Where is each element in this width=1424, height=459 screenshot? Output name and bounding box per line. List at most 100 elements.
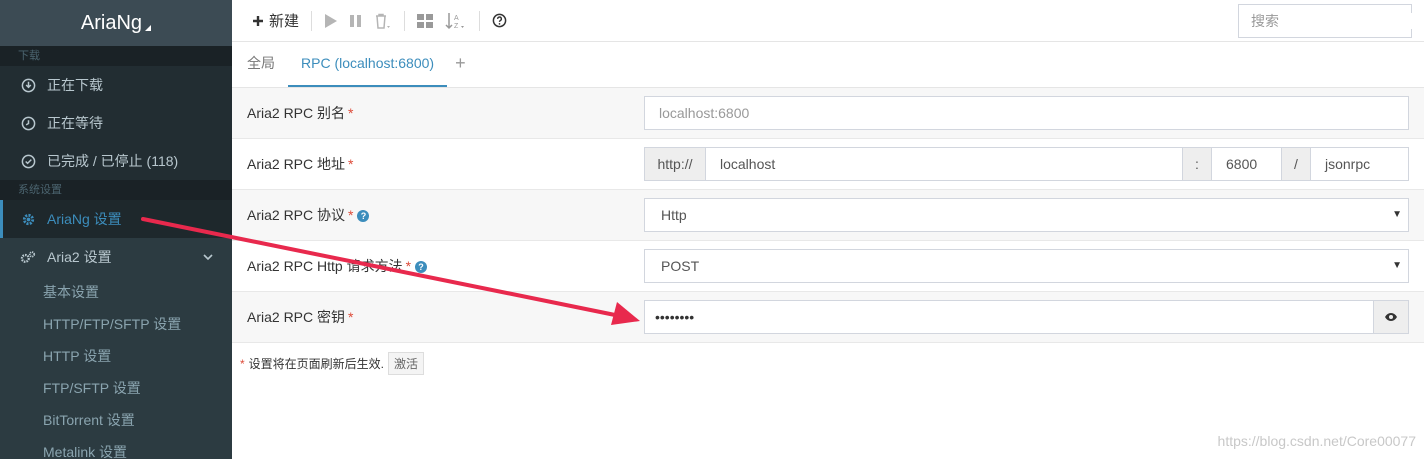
help-icon[interactable]: ? xyxy=(357,210,370,223)
sidebar-subitem-bittorrent[interactable]: BitTorrent 设置 xyxy=(0,404,232,436)
settings-footer: * 设置将在页面刷新后生效. 激活 xyxy=(232,343,1424,384)
search-box xyxy=(1238,4,1424,38)
rpc-path-input[interactable]: jsonrpc xyxy=(1311,147,1409,181)
plus-icon xyxy=(253,15,263,26)
app-logo[interactable]: AriaNg xyxy=(0,0,232,46)
search-input[interactable] xyxy=(1251,13,1424,29)
form-control: •••••••• xyxy=(644,300,1424,334)
form-control: POST ▼ xyxy=(644,249,1424,283)
sidebar-item-label: 正在等待 xyxy=(47,115,103,131)
rpc-protocol-select[interactable]: Http ▼ xyxy=(644,198,1409,232)
grid-icon xyxy=(417,13,434,28)
question-circle-icon xyxy=(492,13,507,28)
required-mark: * xyxy=(348,105,354,121)
form-control: Http ▼ xyxy=(644,198,1424,232)
download-icon xyxy=(20,77,36,93)
sidebar-item-downloading[interactable]: 正在下载 xyxy=(0,66,232,104)
required-mark: * xyxy=(348,309,354,325)
form-label: Aria2 RPC Http 请求方法 *? xyxy=(232,256,644,276)
eye-icon xyxy=(1385,313,1397,321)
required-mark: * xyxy=(405,258,412,274)
form-label: Aria2 RPC 别名 * xyxy=(232,103,644,123)
rpc-secret-input[interactable]: •••••••• xyxy=(644,300,1374,334)
trash-icon xyxy=(376,13,391,29)
sidebar: AriaNg 下载 正在下载 正在等待 已完成 / 已停止 (118) 系统设置… xyxy=(0,0,232,459)
sidebar-item-label: AriaNg 设置 xyxy=(47,211,122,227)
new-task-label: 新建 xyxy=(269,13,300,30)
sidebar-subitem-metalink[interactable]: Metalink 设置 xyxy=(0,436,232,459)
select-value: POST xyxy=(661,258,700,274)
new-task-button[interactable]: 新建 xyxy=(246,7,305,35)
select-value: Http xyxy=(661,207,687,223)
gear-icon xyxy=(20,211,36,227)
colon-addon: : xyxy=(1183,147,1212,181)
main-content: 新建 AZ 全局 RPC (localhost:6800) + xyxy=(232,0,1424,459)
add-rpc-tab-button[interactable]: + xyxy=(447,41,474,87)
dropdown-arrow-icon: ▼ xyxy=(1392,209,1402,220)
form-label: Aria2 RPC 协议 *? xyxy=(232,205,644,225)
sidebar-item-label: 正在下载 xyxy=(47,77,103,93)
form-row-secret: Aria2 RPC 密钥 * •••••••• xyxy=(232,292,1424,343)
tab-global[interactable]: 全局 xyxy=(234,41,288,87)
sidebar-item-label: 已完成 / 已停止 (118) xyxy=(47,153,179,169)
tab-rpc[interactable]: RPC (localhost:6800) xyxy=(288,41,448,87)
toolbar-divider xyxy=(404,10,406,31)
protocol-addon: http:// xyxy=(644,147,706,181)
sidebar-item-waiting[interactable]: 正在等待 xyxy=(0,104,232,142)
slash-addon: / xyxy=(1282,147,1311,181)
pause-button[interactable] xyxy=(343,7,368,35)
sidebar-subitem-basic[interactable]: 基本设置 xyxy=(0,276,232,308)
sort-icon: AZ xyxy=(445,12,465,30)
start-button[interactable] xyxy=(318,7,343,35)
address-label: Aria2 RPC 地址 xyxy=(247,156,346,172)
sidebar-subitem-http[interactable]: HTTP 设置 xyxy=(0,340,232,372)
rpc-host-input[interactable]: localhost xyxy=(706,147,1183,181)
section-settings: 系统设置 xyxy=(0,180,232,200)
play-icon xyxy=(325,13,338,28)
alias-label: Aria2 RPC 别名 xyxy=(247,105,346,121)
sort-button[interactable]: AZ xyxy=(439,7,473,35)
toggle-secret-button[interactable] xyxy=(1374,300,1409,334)
settings-tabs: 全局 RPC (localhost:6800) + xyxy=(232,42,1424,88)
secret-label: Aria2 RPC 密钥 xyxy=(247,309,346,325)
dropdown-arrow-icon: ▼ xyxy=(1392,260,1402,271)
reload-note: 设置将在页面刷新后生效. xyxy=(248,357,385,371)
svg-text:Z: Z xyxy=(454,23,459,30)
rpc-alias-input[interactable]: localhost:6800 xyxy=(644,96,1409,130)
chevron-down-icon xyxy=(202,250,214,266)
form-control: localhost:6800 xyxy=(644,96,1424,130)
toolbar: 新建 AZ xyxy=(232,0,1424,42)
app-title: AriaNg xyxy=(80,11,143,34)
toolbar-divider xyxy=(311,10,313,31)
required-mark: * xyxy=(240,356,245,371)
section-download: 下载 xyxy=(0,46,232,66)
gears-icon xyxy=(20,249,36,265)
pause-icon xyxy=(350,14,362,27)
clock-icon xyxy=(20,115,36,131)
help-button[interactable] xyxy=(486,7,513,35)
logo-caret-icon xyxy=(145,25,152,31)
toolbar-divider xyxy=(479,10,481,31)
watermark-text: https://blog.csdn.net/Core00077 xyxy=(1217,433,1416,449)
check-circle-icon xyxy=(20,153,36,169)
form-control: http:// localhost : 6800 / jsonrpc xyxy=(644,147,1424,181)
rpc-method-select[interactable]: POST ▼ xyxy=(644,249,1409,283)
sidebar-subitem-http-ftp-sftp[interactable]: HTTP/FTP/SFTP 设置 xyxy=(0,308,232,340)
form-row-address: Aria2 RPC 地址 * http:// localhost : 6800 /… xyxy=(232,139,1424,190)
sidebar-subitem-ftp-sftp[interactable]: FTP/SFTP 设置 xyxy=(0,372,232,404)
rpc-port-input[interactable]: 6800 xyxy=(1212,147,1282,181)
delete-button[interactable] xyxy=(368,7,398,35)
sidebar-item-label: Aria2 设置 xyxy=(47,249,112,265)
select-all-button[interactable] xyxy=(411,7,439,35)
method-label: Aria2 RPC Http 请求方法 xyxy=(247,258,403,274)
protocol-label: Aria2 RPC 协议 xyxy=(247,207,346,223)
form-row-alias: Aria2 RPC 别名 * localhost:6800 xyxy=(232,88,1424,139)
sidebar-item-aria2-settings[interactable]: Aria2 设置 xyxy=(0,238,232,276)
required-mark: * xyxy=(348,156,354,172)
sidebar-item-stopped[interactable]: 已完成 / 已停止 (118) xyxy=(0,142,232,180)
form-row-protocol: Aria2 RPC 协议 *? Http ▼ xyxy=(232,190,1424,241)
svg-text:A: A xyxy=(454,15,459,22)
help-icon[interactable]: ? xyxy=(415,261,428,274)
activate-button[interactable]: 激活 xyxy=(388,352,425,375)
sidebar-item-ariang-settings[interactable]: AriaNg 设置 xyxy=(0,200,232,238)
